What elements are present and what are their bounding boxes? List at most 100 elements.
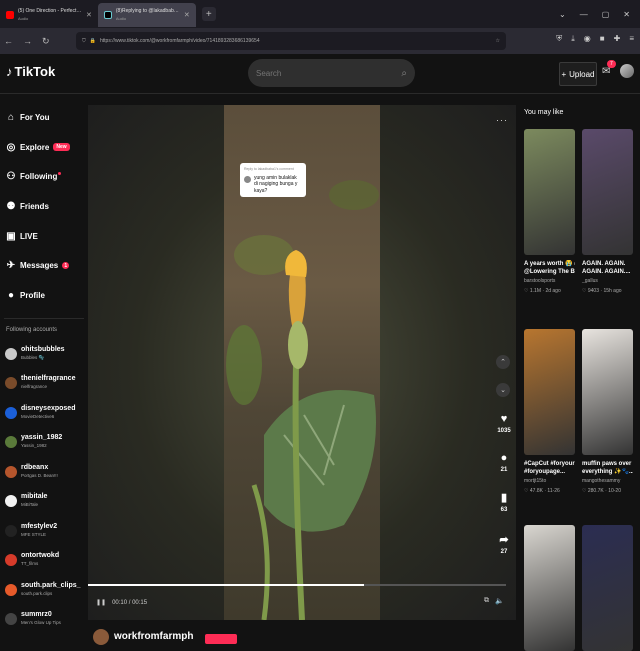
forward-icon[interactable]: → xyxy=(23,36,32,46)
new-badge: New xyxy=(53,143,70,152)
sidebar-item-friends[interactable]: ⚉ Friends xyxy=(0,192,88,222)
video-author[interactable]: barstoolsports xyxy=(524,278,575,284)
share-button[interactable]: ➦ 27 xyxy=(493,533,515,555)
user-avatar[interactable] xyxy=(620,64,634,78)
sidebar-item-label: For You xyxy=(20,113,50,123)
new-tab-button[interactable]: + xyxy=(201,7,216,21)
video-author[interactable]: mangothesammy xyxy=(582,478,633,484)
address-bar[interactable]: ⛉ 🔒 https://www.tiktok.com/@workfromfarm… xyxy=(76,32,506,50)
sidebar-item-following[interactable]: ⚇ Following xyxy=(0,162,88,192)
search-bar[interactable]: ⌕ xyxy=(248,59,415,87)
recommended-video-card[interactable]: muffin paws over everything ✨🐾... mangothe… xyxy=(582,329,633,494)
comment-reply-label: Reply to lakadbaba1's comment xyxy=(244,167,294,171)
upload-label: Upload xyxy=(569,69,595,79)
video-thumbnail[interactable] xyxy=(582,329,633,455)
picture-in-picture-icon[interactable]: ⧉ xyxy=(484,597,489,605)
save-button[interactable]: ▮ 63 xyxy=(493,491,515,513)
video-thumbnail[interactable] xyxy=(582,129,633,255)
video-caption[interactable]: A years worth 😭 #... xyxy=(524,260,575,268)
video-thumbnail[interactable] xyxy=(524,129,575,255)
logo-text: TikTok xyxy=(14,64,56,79)
back-icon[interactable]: ← xyxy=(4,36,13,46)
more-options-icon[interactable]: ··· xyxy=(496,115,508,125)
video-author[interactable]: mortjt15to xyxy=(524,478,575,484)
browser-tab-active[interactable]: (8)Replying to @lakadbaba1 # Audio ✕ xyxy=(97,3,196,27)
sidebar-item-for-you[interactable]: ⌂ For You xyxy=(0,103,88,133)
next-video-button[interactable]: ⌄ xyxy=(496,383,510,397)
video-frame[interactable]: Reply to lakadbaba1's comment yung amin … xyxy=(224,105,380,620)
following-account[interactable]: yassin_1982 Yassin_1982 xyxy=(0,428,88,458)
video-thumbnail[interactable] xyxy=(582,525,633,651)
author-avatar[interactable] xyxy=(93,629,109,645)
tiktok-logo[interactable]: ♪ TikTok xyxy=(6,64,55,79)
following-account[interactable]: mibitale MiBiTale xyxy=(0,487,88,517)
video-caption[interactable]: #CapCut #foryour xyxy=(524,460,575,468)
account-icon[interactable]: ◉ xyxy=(584,34,591,44)
video-like-count: 280.7K xyxy=(587,488,604,494)
follow-button[interactable] xyxy=(205,634,237,644)
pocket-icon[interactable]: ⛨ xyxy=(556,34,562,44)
account-name: ontortwokd xyxy=(21,552,60,560)
following-account[interactable]: south.park_clips_ south.park.clips xyxy=(0,575,88,605)
video-caption-line2[interactable]: #foryoupage... xyxy=(524,468,575,476)
search-input[interactable] xyxy=(256,68,402,78)
upload-button[interactable]: + Upload xyxy=(559,62,597,86)
reload-icon[interactable]: ↻ xyxy=(42,36,50,47)
menu-icon[interactable]: ≡ xyxy=(629,34,634,44)
following-account[interactable]: ohitsbubbles Bubbles 🫧 xyxy=(0,339,88,369)
following-account[interactable]: disneysexposed MovieDetective6 xyxy=(0,398,88,428)
close-tab-icon[interactable]: ✕ xyxy=(86,11,92,19)
account-nickname: MiBiTale xyxy=(21,502,39,508)
following-account[interactable]: thenielfragrance nielfragrance xyxy=(0,369,88,399)
sidebar-item-label: Messages xyxy=(20,261,59,271)
chevron-down-icon[interactable]: ⌄ xyxy=(559,10,566,19)
download-icon[interactable]: ⤓ xyxy=(571,34,575,44)
extension-icon[interactable]: ■ xyxy=(600,34,605,44)
browser-tab[interactable]: (5) One Direction - Perfect (Offi Audio ✕ xyxy=(0,3,98,27)
maximize-icon[interactable]: ▢ xyxy=(602,10,610,19)
video-caption-line2[interactable]: AGAIN. AGAIN.... xyxy=(582,268,633,276)
minimize-icon[interactable]: — xyxy=(580,10,588,19)
url-text[interactable]: https://www.tiktok.com/@workfromfarmph/v… xyxy=(100,38,492,44)
close-tab-icon[interactable]: ✕ xyxy=(184,11,190,19)
recommended-video-card[interactable] xyxy=(582,525,633,651)
sidebar-item-explore[interactable]: ◎ Explore New xyxy=(0,133,88,163)
account-nickname: MovieDetective6 xyxy=(21,413,55,419)
bookmark-star-icon[interactable]: ☆ xyxy=(496,38,500,44)
close-window-icon[interactable]: ✕ xyxy=(623,10,630,19)
video-thumbnail[interactable] xyxy=(524,525,575,651)
video-like-count: 1.1M xyxy=(529,288,541,294)
search-icon[interactable]: ⌕ xyxy=(401,68,407,79)
sidebar-item-messages[interactable]: ✈ Messages 1 xyxy=(0,251,88,281)
video-caption[interactable]: muffin paws over xyxy=(582,460,633,468)
video-caption-line2[interactable]: everything ✨🐾... xyxy=(582,468,633,476)
recommended-video-card[interactable]: #CapCut #foryour #foryoupage... mortjt15to… xyxy=(524,329,575,494)
sidebar: ⌂ For You ◎ Explore New ⚇ Following ⚉ Fr… xyxy=(0,95,88,640)
recommended-video-card[interactable] xyxy=(524,525,575,651)
comment-button[interactable]: ● 21 xyxy=(493,452,515,473)
video-thumbnail[interactable] xyxy=(524,329,575,455)
following-account[interactable]: rdbeanx Portgas D. Bean!!! xyxy=(0,457,88,487)
plus-icon: + xyxy=(561,69,567,79)
following-account[interactable]: summrz0 Men's Glow Up Tips xyxy=(0,605,88,635)
pause-icon[interactable]: ❚❚ xyxy=(96,599,106,606)
compass-icon: ◎ xyxy=(6,141,16,153)
shield-icon[interactable]: ⛉ xyxy=(82,38,86,44)
recommended-video-card[interactable]: A years worth 😭 #...@Lowering The Bar...… xyxy=(524,129,575,294)
author-name[interactable]: workfromfarmph xyxy=(114,631,193,642)
following-account[interactable]: mfestylev2 MFE STYLE xyxy=(0,516,88,546)
sidebar-item-live[interactable]: ▣ LIVE xyxy=(0,221,88,251)
sidebar-item-profile[interactable]: ● Profile xyxy=(0,281,88,311)
video-caption-line2[interactable]: @Lowering The Bar... xyxy=(524,268,575,276)
volume-icon[interactable]: 🔈 xyxy=(495,597,504,605)
previous-video-button[interactable]: ⌃ xyxy=(496,355,510,369)
video-author[interactable]: _gallus xyxy=(582,278,633,284)
following-account[interactable]: ontortwokd TT_films xyxy=(0,546,88,576)
extensions-puzzle-icon[interactable]: ✚ xyxy=(614,34,621,44)
video-caption[interactable]: AGAIN. AGAIN. xyxy=(582,260,633,268)
video-progress-bar[interactable] xyxy=(88,584,506,586)
recommended-video-card[interactable]: AGAIN. AGAIN. AGAIN. AGAIN.... _gallus ♡ 94… xyxy=(582,129,633,294)
like-button[interactable]: ♥ 1035 xyxy=(493,413,515,434)
tiktok-note-icon: ♪ xyxy=(6,64,13,79)
video-player[interactable]: Reply to lakadbaba1's comment yung amin … xyxy=(88,105,516,620)
